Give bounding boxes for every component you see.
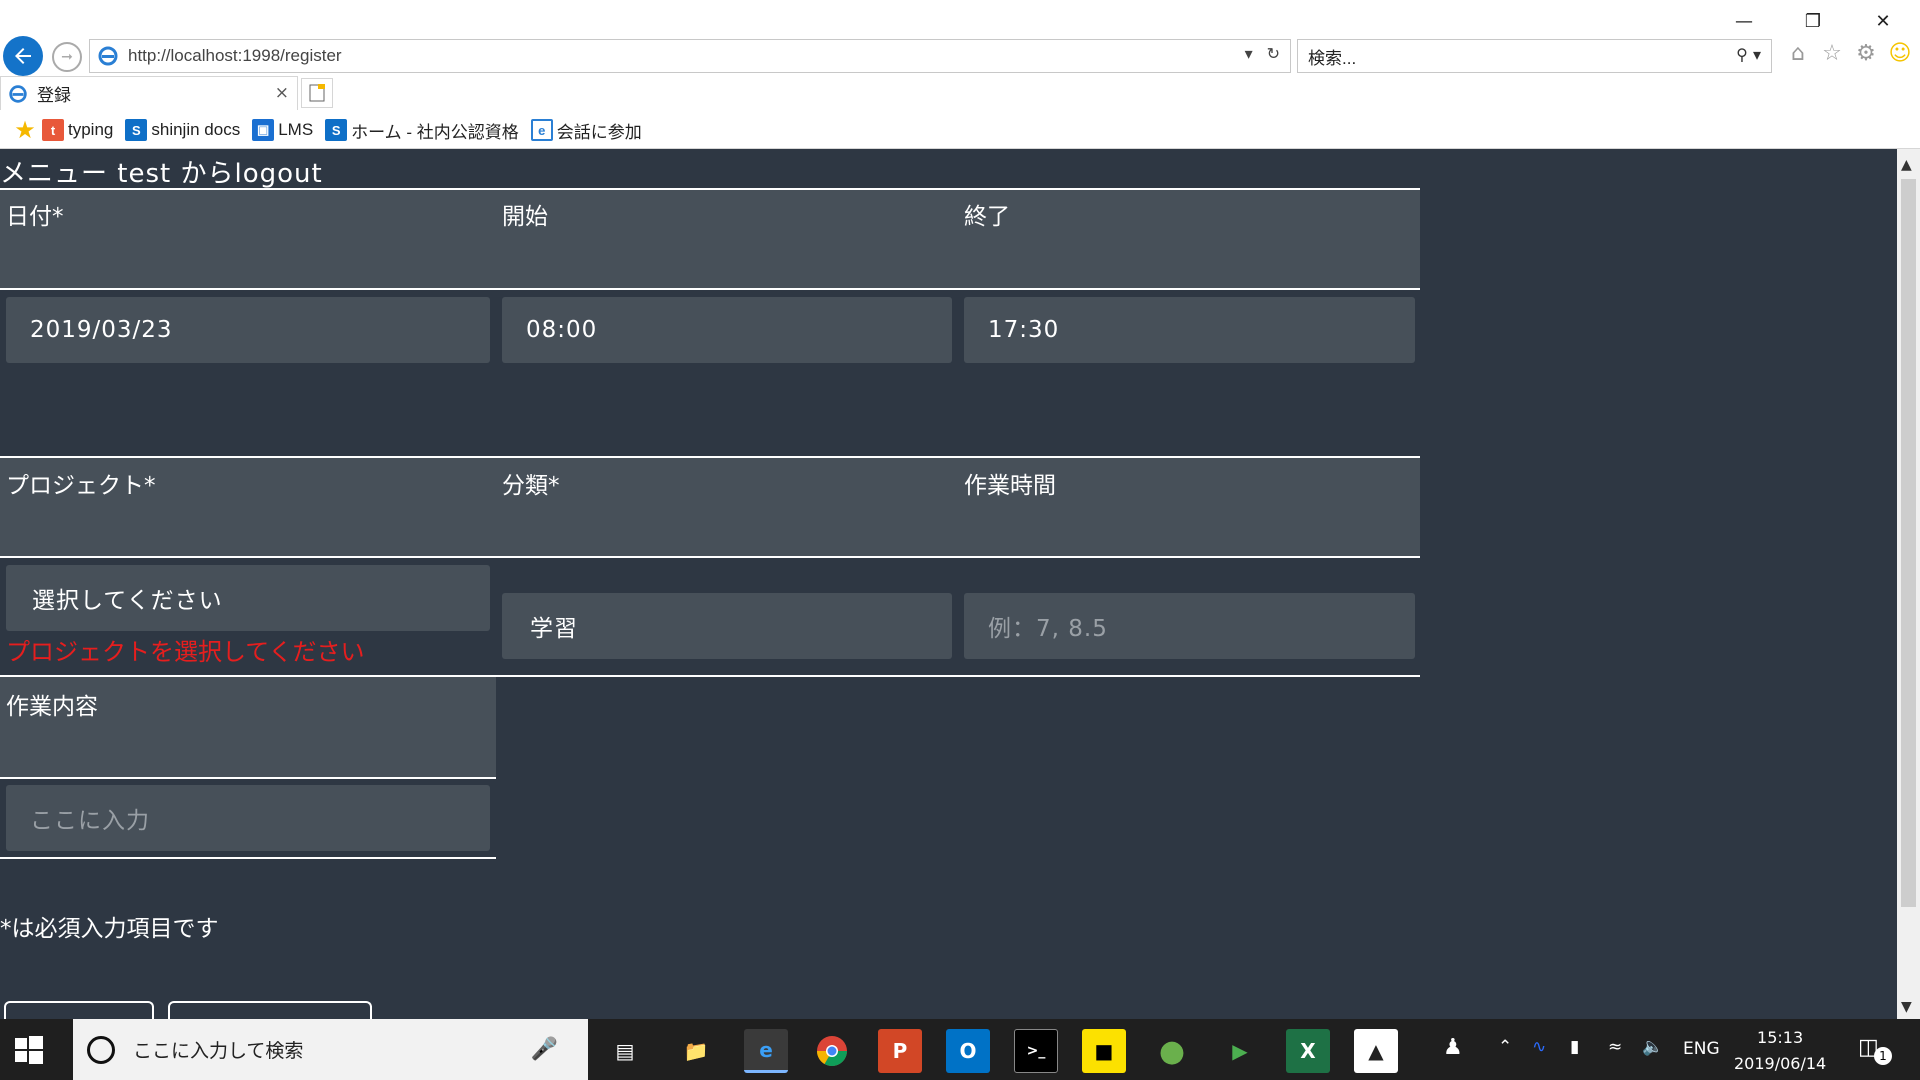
photos-icon[interactable]: ▲ <box>1354 1029 1398 1073</box>
row-3-bottom-line <box>0 857 496 859</box>
command-prompt-icon[interactable]: >_ <box>1014 1029 1058 1073</box>
header-row-1 <box>0 188 1420 290</box>
close-icon[interactable]: ✕ <box>1860 6 1906 36</box>
tab-title: 登録 <box>37 86 71 106</box>
favorite-join-conversation[interactable]: e 会話に参加 <box>530 118 642 143</box>
smiley-icon[interactable]: ☺ <box>1887 40 1913 66</box>
volume-muted-icon[interactable]: 🔈 <box>1642 1037 1663 1057</box>
label-project: プロジェクト* <box>6 473 156 499</box>
typing-icon: t <box>42 119 64 141</box>
back-button[interactable] <box>3 36 43 76</box>
menu-line: メニュー test からlogout <box>0 153 323 192</box>
favorite-home-certification[interactable]: S ホーム - 社内公認資格 <box>325 118 519 143</box>
work-content-input[interactable]: ここに入力 <box>6 785 490 851</box>
forward-button[interactable]: ➞ <box>52 42 82 72</box>
label-category: 分類* <box>502 473 560 499</box>
project-select[interactable]: 選択してください <box>6 565 490 631</box>
page-scrollbar[interactable]: ▲ ▼ <box>1897 149 1920 1019</box>
favorite-lms[interactable]: ▣ LMS <box>252 119 313 141</box>
cortana-icon <box>87 1035 115 1064</box>
search-placeholder: 検索... <box>1308 48 1357 68</box>
address-url: http://localhost:1998/register <box>128 46 342 65</box>
microphone-icon[interactable]: 🎤 <box>531 1037 558 1062</box>
project-error-message: プロジェクトを選択してください <box>6 638 365 666</box>
powerpoint-icon[interactable]: P <box>878 1029 922 1073</box>
people-icon[interactable]: ♟ <box>1443 1035 1463 1060</box>
taskbar-search-placeholder: ここに入力して検索 <box>133 1040 304 1062</box>
tab-register[interactable]: 登録 × <box>0 76 298 110</box>
start-time-input[interactable]: 08:00 <box>502 297 952 363</box>
favorites-star-icon[interactable]: ★ <box>14 116 36 144</box>
clock-time: 15:13 <box>1757 1028 1804 1047</box>
page-content: メニュー test からlogout 日付* 開始 終了 2019/03/23 … <box>0 149 1897 1019</box>
label-start: 開始 <box>502 204 548 230</box>
cancel-button[interactable] <box>168 1001 372 1019</box>
show-hidden-icons-icon[interactable]: ⌃ <box>1498 1037 1512 1057</box>
taskbar: ここに入力して検索 🎤 ▤ 📁 e P O >_ ■ ● ▶ X ▲ ♟ ⌃ ∿… <box>0 1019 1920 1080</box>
wifi-icon[interactable]: ≈ <box>1608 1037 1622 1057</box>
back-arrow-icon <box>15 48 31 64</box>
home-icon[interactable]: ⌂ <box>1785 40 1811 66</box>
category-select[interactable]: 学習 <box>502 593 952 659</box>
new-tab-button[interactable] <box>301 78 333 108</box>
sharepoint-icon: S <box>325 119 348 141</box>
address-bar[interactable]: http://localhost:1998/register ▾ ↻ <box>89 39 1291 73</box>
chrome-icon[interactable] <box>810 1029 854 1073</box>
sharepoint-icon: S <box>125 119 148 141</box>
label-end: 終了 <box>964 204 1010 230</box>
label-date: 日付* <box>6 204 64 230</box>
favorites-star-icon[interactable]: ☆ <box>1819 40 1845 66</box>
search-icon[interactable]: ⚲ ▾ <box>1736 45 1761 64</box>
taskbar-search[interactable]: ここに入力して検索 🎤 <box>73 1019 588 1080</box>
clock[interactable]: 15:13 2019/06/14 <box>1734 1025 1826 1077</box>
favorite-shinjin-docs[interactable]: S shinjin docs <box>125 119 240 141</box>
clock-date: 2019/06/14 <box>1734 1054 1827 1073</box>
minimize-icon[interactable]: — <box>1721 6 1767 36</box>
ie-icon <box>98 46 118 66</box>
submit-button[interactable] <box>4 1001 154 1019</box>
gear-icon[interactable]: ⚙ <box>1853 40 1879 66</box>
language-indicator[interactable]: ENG <box>1683 1039 1720 1059</box>
scroll-down-arrow-icon[interactable]: ▼ <box>1901 999 1912 1015</box>
scroll-thumb[interactable] <box>1901 179 1916 907</box>
notification-center-icon[interactable]: ◫ 1 <box>1858 1035 1892 1065</box>
windows-start-icon[interactable] <box>14 1035 44 1065</box>
battery-icon[interactable]: ▮ <box>1570 1037 1579 1057</box>
outlook-icon[interactable]: O <box>946 1029 990 1073</box>
ie-icon: e <box>530 119 553 141</box>
media-player-icon[interactable]: ▶ <box>1218 1029 1262 1073</box>
end-time-input[interactable]: 17:30 <box>964 297 1415 363</box>
audio-wave-icon[interactable]: ∿ <box>1532 1037 1546 1057</box>
file-explorer-icon[interactable]: 📁 <box>674 1029 718 1073</box>
monitor-icon: ▣ <box>252 119 275 141</box>
tab-close-icon[interactable]: × <box>275 83 289 103</box>
notification-count-badge: 1 <box>1874 1047 1892 1065</box>
work-hours-input[interactable]: 例：7, 8.5 <box>964 593 1415 659</box>
label-work-hours: 作業時間 <box>964 473 1056 499</box>
date-input[interactable]: 2019/03/23 <box>6 297 490 363</box>
label-work-content: 作業内容 <box>6 694 98 720</box>
ie-tab-icon <box>9 84 27 103</box>
sticky-notes-icon[interactable]: ■ <box>1082 1029 1126 1073</box>
browser-chrome: — ❐ ✕ ➞ http://localhost:1998/register ▾… <box>0 0 1920 149</box>
favorites-bar: ★ t typing S shinjin docs ▣ LMS S ホーム - … <box>0 113 1920 147</box>
internet-explorer-icon[interactable]: e <box>744 1029 788 1073</box>
refresh-icon[interactable]: ↻ <box>1267 44 1280 63</box>
toolbar-icons: ⌂ ☆ ⚙ ☺ <box>1785 40 1913 66</box>
header-row-2 <box>0 456 1420 558</box>
required-note: *は必須入力項目です <box>0 916 219 942</box>
search-bar[interactable]: 検索... ⚲ ▾ <box>1297 39 1772 73</box>
favorite-typing[interactable]: t typing <box>42 119 113 141</box>
spring-tool-icon[interactable]: ● <box>1150 1029 1194 1073</box>
dropdown-icon[interactable]: ▾ <box>1245 44 1253 63</box>
restore-icon[interactable]: ❐ <box>1790 6 1836 36</box>
scroll-up-arrow-icon[interactable]: ▲ <box>1901 157 1912 173</box>
excel-icon[interactable]: X <box>1286 1029 1330 1073</box>
new-tab-icon <box>309 84 325 102</box>
task-view-icon[interactable]: ▤ <box>603 1029 647 1073</box>
